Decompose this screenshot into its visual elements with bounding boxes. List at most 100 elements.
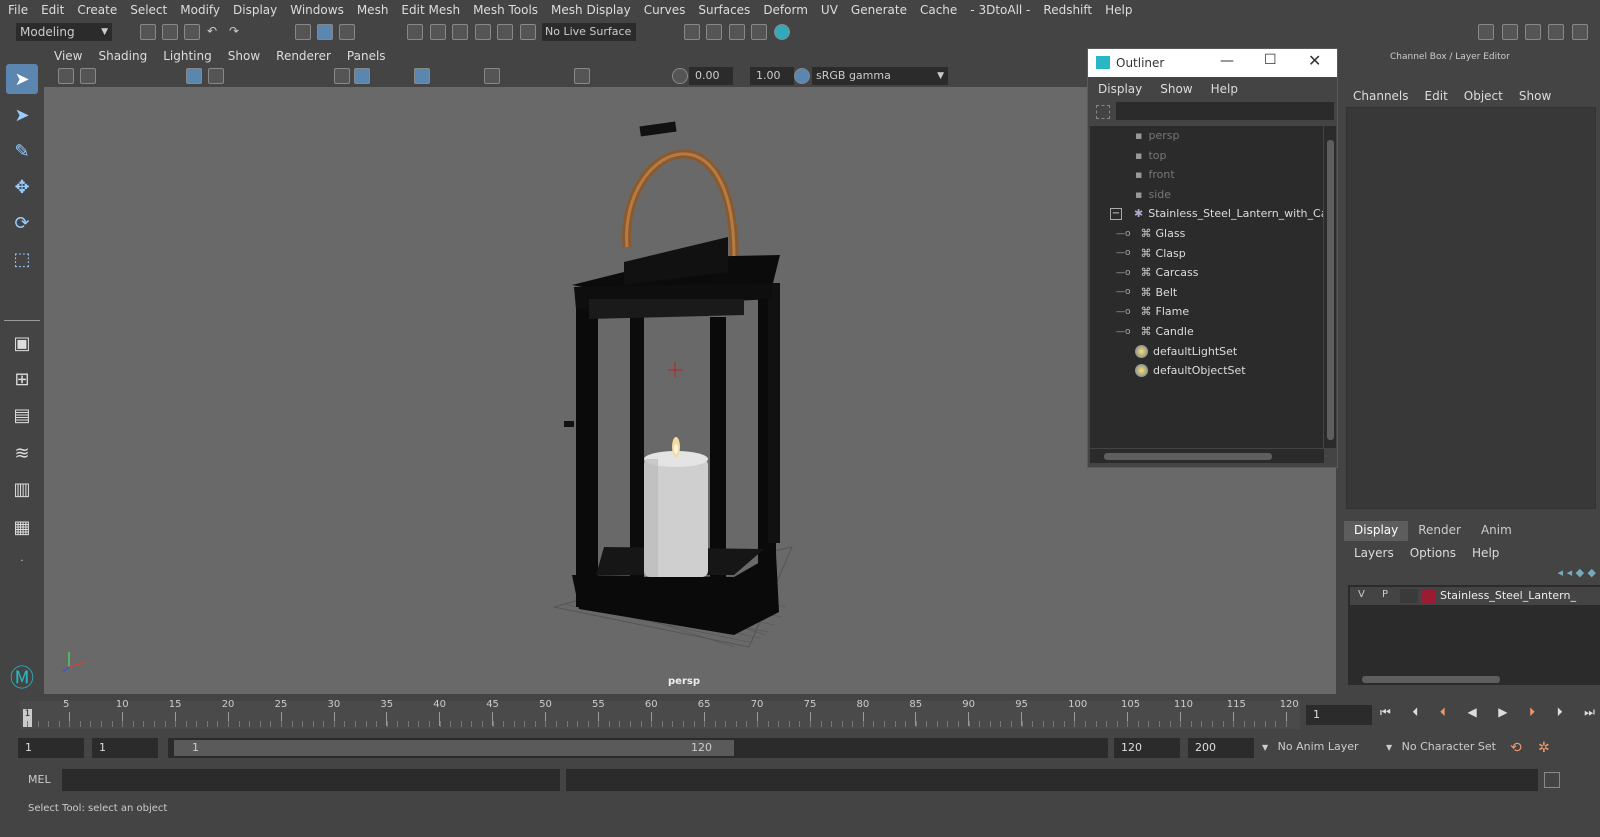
mel-label[interactable]: MEL	[28, 773, 51, 786]
outliner-hscrollbar[interactable]	[1090, 449, 1324, 463]
outliner-item-top[interactable]: ▪ top	[1090, 146, 1167, 165]
layer-row[interactable]: V P Stainless_Steel_Lantern_	[1350, 587, 1600, 605]
render-settings-icon[interactable]	[684, 24, 700, 40]
snap-surface-icon[interactable]	[497, 24, 513, 40]
layer-color-swatch[interactable]	[1422, 589, 1436, 603]
camera-bookmark-icon[interactable]	[80, 68, 96, 84]
menu-7[interactable]: Mesh	[357, 3, 389, 17]
outliner-item-flame[interactable]: —o ⌘ Flame	[1090, 302, 1189, 321]
outliner-titlebar[interactable]: Outliner — ☐ ✕	[1088, 49, 1337, 77]
hypershade-layout-icon[interactable]: ▦	[6, 512, 38, 542]
outliner-item-clasp[interactable]: —o ⌘ Clasp	[1090, 244, 1186, 263]
layer-menu-2[interactable]: Help	[1472, 546, 1499, 560]
filter-icon[interactable]	[1096, 105, 1110, 119]
gamma-field[interactable]: 1.00	[750, 67, 794, 85]
channel-box-menu-1[interactable]: Edit	[1425, 89, 1448, 103]
color-management-icon[interactable]	[794, 68, 810, 84]
step-forward-key-icon[interactable]: ⏵	[1529, 705, 1535, 723]
menu-14[interactable]: UV	[821, 3, 838, 17]
menu-5[interactable]: Display	[233, 3, 277, 17]
outliner-item-persp[interactable]: ▪ persp	[1090, 126, 1179, 145]
tab-display[interactable]: Display	[1344, 521, 1409, 541]
viewport-menu-2[interactable]: Lighting	[163, 49, 212, 63]
playback-start-field[interactable]: 1	[92, 738, 158, 758]
end-time-field[interactable]: 200	[1188, 738, 1254, 758]
snap-curve-icon[interactable]	[430, 24, 446, 40]
script-editor-icon[interactable]	[1544, 772, 1560, 788]
outliner-item-defaultObjectSet[interactable]: defaultObjectSet	[1090, 361, 1246, 380]
exposure-icon[interactable]	[672, 68, 688, 84]
snap-view-icon[interactable]	[475, 24, 491, 40]
menu-3[interactable]: Select	[130, 3, 167, 17]
menu-19[interactable]: Help	[1105, 3, 1132, 17]
playback-end-field[interactable]: 120	[1114, 738, 1180, 758]
ipr-render-icon[interactable]	[729, 24, 745, 40]
select-tool-icon[interactable]: ➤	[6, 64, 38, 94]
menu-8[interactable]: Edit Mesh	[401, 3, 460, 17]
layer-playback-toggle[interactable]: P	[1382, 589, 1388, 600]
time-slider-track[interactable]	[20, 701, 1300, 729]
menu-9[interactable]: Mesh Tools	[473, 3, 538, 17]
colorspace-select[interactable]: sRGB gamma ▼	[812, 67, 948, 85]
minimize-icon[interactable]: —	[1220, 53, 1234, 69]
channel-box-menu-3[interactable]: Show	[1519, 89, 1551, 103]
menu-4[interactable]: Modify	[180, 3, 220, 17]
menu-17[interactable]: - 3DtoAll -	[970, 3, 1030, 17]
open-scene-icon[interactable]	[162, 24, 178, 40]
smooth-shade-icon[interactable]	[354, 68, 370, 84]
rotate-tool-icon[interactable]: ⟳	[6, 208, 38, 238]
step-back-icon[interactable]: ⏴	[1412, 705, 1418, 723]
lasso-tool-icon[interactable]: ➤	[6, 100, 38, 130]
range-slider[interactable]: 1 120	[168, 738, 1108, 758]
textured-icon[interactable]	[414, 68, 430, 84]
outliner-item-group[interactable]: − ✱ Stainless_Steel_Lantern_with_Can	[1090, 204, 1323, 223]
anim-layer-select[interactable]: ▼ No Anim Layer	[1262, 740, 1392, 753]
grid-icon[interactable]	[186, 68, 202, 84]
menu-18[interactable]: Redshift	[1043, 3, 1092, 17]
channel-box-menu-2[interactable]: Object	[1464, 89, 1503, 103]
outliner-vscrollbar[interactable]	[1324, 126, 1336, 448]
viewport-menu-4[interactable]: Renderer	[276, 49, 331, 63]
auto-key-icon[interactable]: ⟲	[1510, 740, 1522, 756]
menu-13[interactable]: Deform	[763, 3, 808, 17]
tool-settings-icon[interactable]	[1548, 24, 1564, 40]
move-tool-icon[interactable]: ✥	[6, 172, 38, 202]
maximize-icon[interactable]: ☐	[1264, 52, 1277, 68]
workspace-icon[interactable]	[1478, 24, 1494, 40]
outliner-item-side[interactable]: ▪ side	[1090, 185, 1171, 204]
dope-sheet-icon[interactable]: ▥	[6, 474, 38, 504]
live-surface-field[interactable]: No Live Surface	[542, 23, 636, 41]
viewport-menu-5[interactable]: Panels	[347, 49, 386, 63]
isolate-select-icon[interactable]	[574, 68, 590, 84]
paint-select-tool-icon[interactable]: ✎	[6, 136, 38, 166]
current-frame-field[interactable]: 1	[1306, 705, 1372, 725]
menu-10[interactable]: Mesh Display	[551, 3, 631, 17]
outliner-item-belt[interactable]: —o ⌘ Belt	[1090, 283, 1177, 302]
layer-type-toggle[interactable]	[1400, 589, 1418, 603]
layer-tools-icons[interactable]: ◂ ◂ ◆ ◆	[1470, 566, 1596, 580]
outliner-item-front[interactable]: ▪ front	[1090, 165, 1175, 184]
undo-icon[interactable]: ↶	[207, 24, 223, 40]
snap-grid-icon[interactable]	[407, 24, 423, 40]
outliner-search-input[interactable]	[1116, 102, 1334, 120]
menu-11[interactable]: Curves	[644, 3, 686, 17]
collapse-icon[interactable]: −	[1110, 207, 1122, 220]
step-back-key-icon[interactable]: ⏴	[1440, 705, 1446, 723]
select-component-icon[interactable]	[339, 24, 355, 40]
new-scene-icon[interactable]	[140, 24, 156, 40]
start-time-field[interactable]: 1	[18, 738, 84, 758]
layer-menu-0[interactable]: Layers	[1354, 546, 1394, 560]
outliner-item-carcass[interactable]: —o ⌘ Carcass	[1090, 263, 1198, 282]
animation-prefs-icon[interactable]: ✲	[1538, 740, 1550, 756]
menu-12[interactable]: Surfaces	[698, 3, 750, 17]
menu-15[interactable]: Generate	[851, 3, 907, 17]
layer-hscrollbar[interactable]	[1348, 673, 1600, 685]
tab-render[interactable]: Render	[1408, 521, 1471, 541]
xray-icon[interactable]	[484, 68, 500, 84]
tab-anim[interactable]: Anim	[1471, 521, 1522, 541]
menu-0[interactable]: File	[8, 3, 28, 17]
outliner-menu-0[interactable]: Display	[1098, 82, 1142, 96]
render-frame-icon[interactable]	[706, 24, 722, 40]
play-backward-icon[interactable]: ◀	[1467, 705, 1476, 723]
mode-select[interactable]: Modeling ▼	[16, 23, 112, 41]
